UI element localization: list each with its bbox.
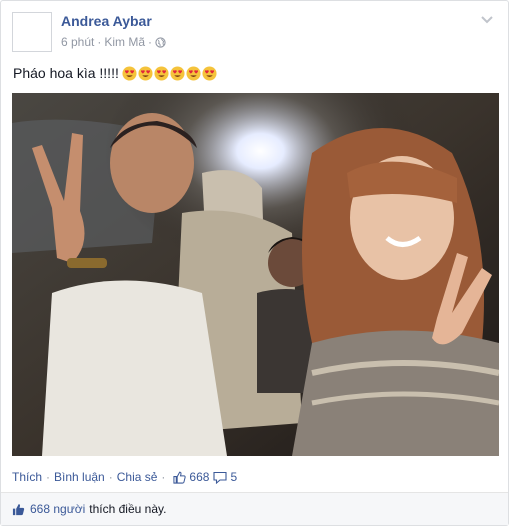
post-time[interactable]: 6 phút: [61, 35, 94, 49]
author-name[interactable]: Andrea Aybar: [61, 13, 152, 29]
actions-separator: ·: [161, 470, 166, 484]
emoji-group: [122, 65, 217, 81]
actions-separator: ·: [46, 470, 51, 484]
author-avatar[interactable]: [12, 12, 52, 52]
comment-link[interactable]: Bình luận: [54, 470, 105, 484]
chevron-down-icon[interactable]: [480, 15, 494, 25]
post-meta: 6 phút · Kim Mã ·: [61, 35, 166, 49]
meta-separator: ·: [97, 35, 102, 49]
meta-separator: ·: [148, 35, 153, 49]
like-count-value: 668: [189, 470, 210, 484]
comment-bubble-icon: [213, 471, 228, 484]
globe-icon[interactable]: [155, 36, 166, 48]
heart-eyes-emoji-icon: [170, 65, 185, 81]
comment-count[interactable]: 5: [213, 470, 237, 484]
thumbs-up-icon: [173, 471, 187, 484]
heart-eyes-emoji-icon: [138, 65, 153, 81]
actions-separator: ·: [108, 470, 113, 484]
post-card: Andrea Aybar 6 phút · Kim Mã · Pháo hoa …: [0, 0, 509, 526]
share-link[interactable]: Chia sẻ: [117, 470, 158, 484]
selfie-photo-illustration: [12, 93, 499, 456]
post-caption: Pháo hoa kìa !!!!!: [13, 65, 217, 81]
heart-eyes-emoji-icon: [154, 65, 169, 81]
post-photo[interactable]: [12, 93, 499, 456]
likes-suffix: thích điều này.: [89, 502, 167, 516]
comment-count-value: 5: [230, 470, 238, 484]
like-count[interactable]: 668: [173, 470, 209, 484]
heart-eyes-emoji-icon: [186, 65, 201, 81]
thumbs-up-icon: [12, 503, 25, 515]
caption-text: Pháo hoa kìa !!!!!: [13, 65, 119, 81]
heart-eyes-emoji-icon: [202, 65, 217, 81]
heart-eyes-emoji-icon: [122, 65, 137, 81]
post-location[interactable]: Kim Mã: [104, 35, 145, 49]
likes-summary: 668 người thích điều này.: [1, 492, 508, 525]
likes-people-link[interactable]: 668 người: [30, 502, 85, 516]
post-actions-bar: Thích · Bình luận · Chia sẻ · 668 5: [12, 470, 237, 484]
like-link[interactable]: Thích: [12, 470, 42, 484]
